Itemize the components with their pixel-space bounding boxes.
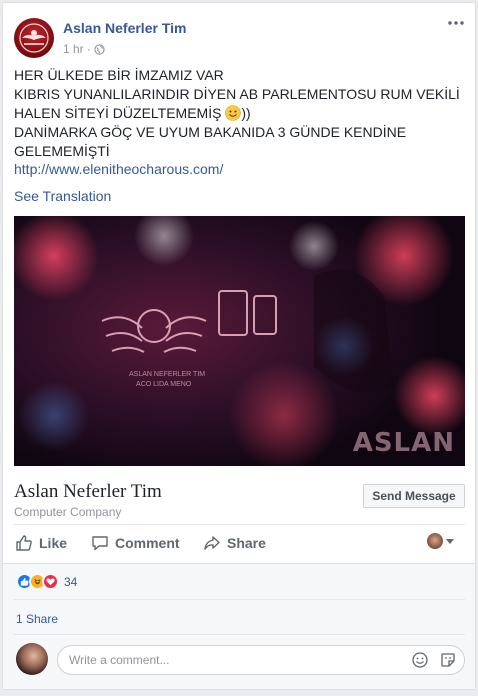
- more-options-icon[interactable]: [447, 17, 465, 29]
- share-arrow-icon: [204, 536, 220, 550]
- post-card: Aslan Neferler Tim 1 hr · HER ÜLKEDE BİR…: [2, 2, 476, 690]
- post-line: KIBRIS YUNANLILARINDIR DİYEN AB PARLEMEN…: [14, 86, 460, 102]
- comment-label: Comment: [115, 535, 180, 551]
- page-name-link[interactable]: Aslan Neferler Tim: [63, 20, 186, 36]
- post-line: HER ÜLKEDE BİR İMZAMIZ VAR: [14, 67, 224, 83]
- svg-text:ASLAN NEFERLER TIM: ASLAN NEFERLER TIM: [129, 371, 205, 378]
- comment-bubble-icon: [92, 536, 108, 551]
- page-category: Computer Company: [14, 505, 122, 519]
- page-card-title[interactable]: Aslan Neferler Tim: [14, 481, 162, 503]
- smile-emoji-icon: [225, 105, 242, 121]
- send-message-button[interactable]: Send Message: [363, 484, 465, 508]
- like-label: Like: [39, 535, 68, 551]
- share-count-link[interactable]: 1 Share: [16, 612, 58, 626]
- divider: [14, 634, 465, 635]
- reactions-summary[interactable]: 34: [16, 573, 77, 590]
- reaction-count[interactable]: 34: [64, 575, 77, 589]
- svg-text:ACO LIDA MENO: ACO LIDA MENO: [136, 381, 192, 388]
- user-avatar[interactable]: [16, 643, 48, 675]
- divider: [14, 599, 465, 600]
- video-player[interactable]: ASLAN NEFERLER TIM ACO LIDA MENO ASLAN: [14, 216, 465, 466]
- video-watermark: ASLAN: [352, 428, 455, 458]
- chevron-down-icon: [446, 538, 454, 544]
- thumbs-up-icon: [16, 535, 32, 551]
- share-label: Share: [227, 535, 266, 551]
- post-line: DANİMARKA GÖÇ VE UYUM BAKANIDA 3 GÜNDE K…: [14, 124, 407, 140]
- post-line: HALEN SİTEYİ DÜZELTEMEMİŞ )): [14, 104, 464, 123]
- emoji-icon[interactable]: [411, 651, 429, 669]
- page-logo: [19, 23, 49, 53]
- page-avatar[interactable]: [14, 18, 54, 58]
- post-line: GELEMEMİŞTİ: [14, 143, 110, 159]
- profile-thumbnail: [427, 533, 443, 549]
- share-button[interactable]: Share: [203, 533, 266, 553]
- post-line-text: )): [241, 105, 251, 121]
- comment-placeholder: Write a comment...: [69, 653, 170, 667]
- timestamp[interactable]: 1 hr: [63, 42, 84, 56]
- react-as-selector[interactable]: [427, 533, 454, 549]
- meta-separator: ·: [86, 42, 91, 56]
- comment-button[interactable]: Comment: [91, 533, 180, 553]
- love-reaction-icon: [42, 573, 59, 590]
- post-message: HER ÜLKEDE BİR İMZAMIZ VAR KIBRIS YUNANL…: [14, 66, 464, 161]
- see-translation-link[interactable]: See Translation: [14, 188, 111, 204]
- post-meta: 1 hr ·: [63, 42, 105, 56]
- like-button[interactable]: Like: [15, 533, 67, 553]
- globe-icon[interactable]: [94, 43, 105, 55]
- divider: [14, 524, 465, 525]
- sticker-icon[interactable]: [439, 651, 457, 669]
- external-link[interactable]: http://www.elenitheocharous.com/: [14, 161, 223, 177]
- post-line-text: HALEN SİTEYİ DÜZELTEMEMİŞ: [14, 105, 222, 121]
